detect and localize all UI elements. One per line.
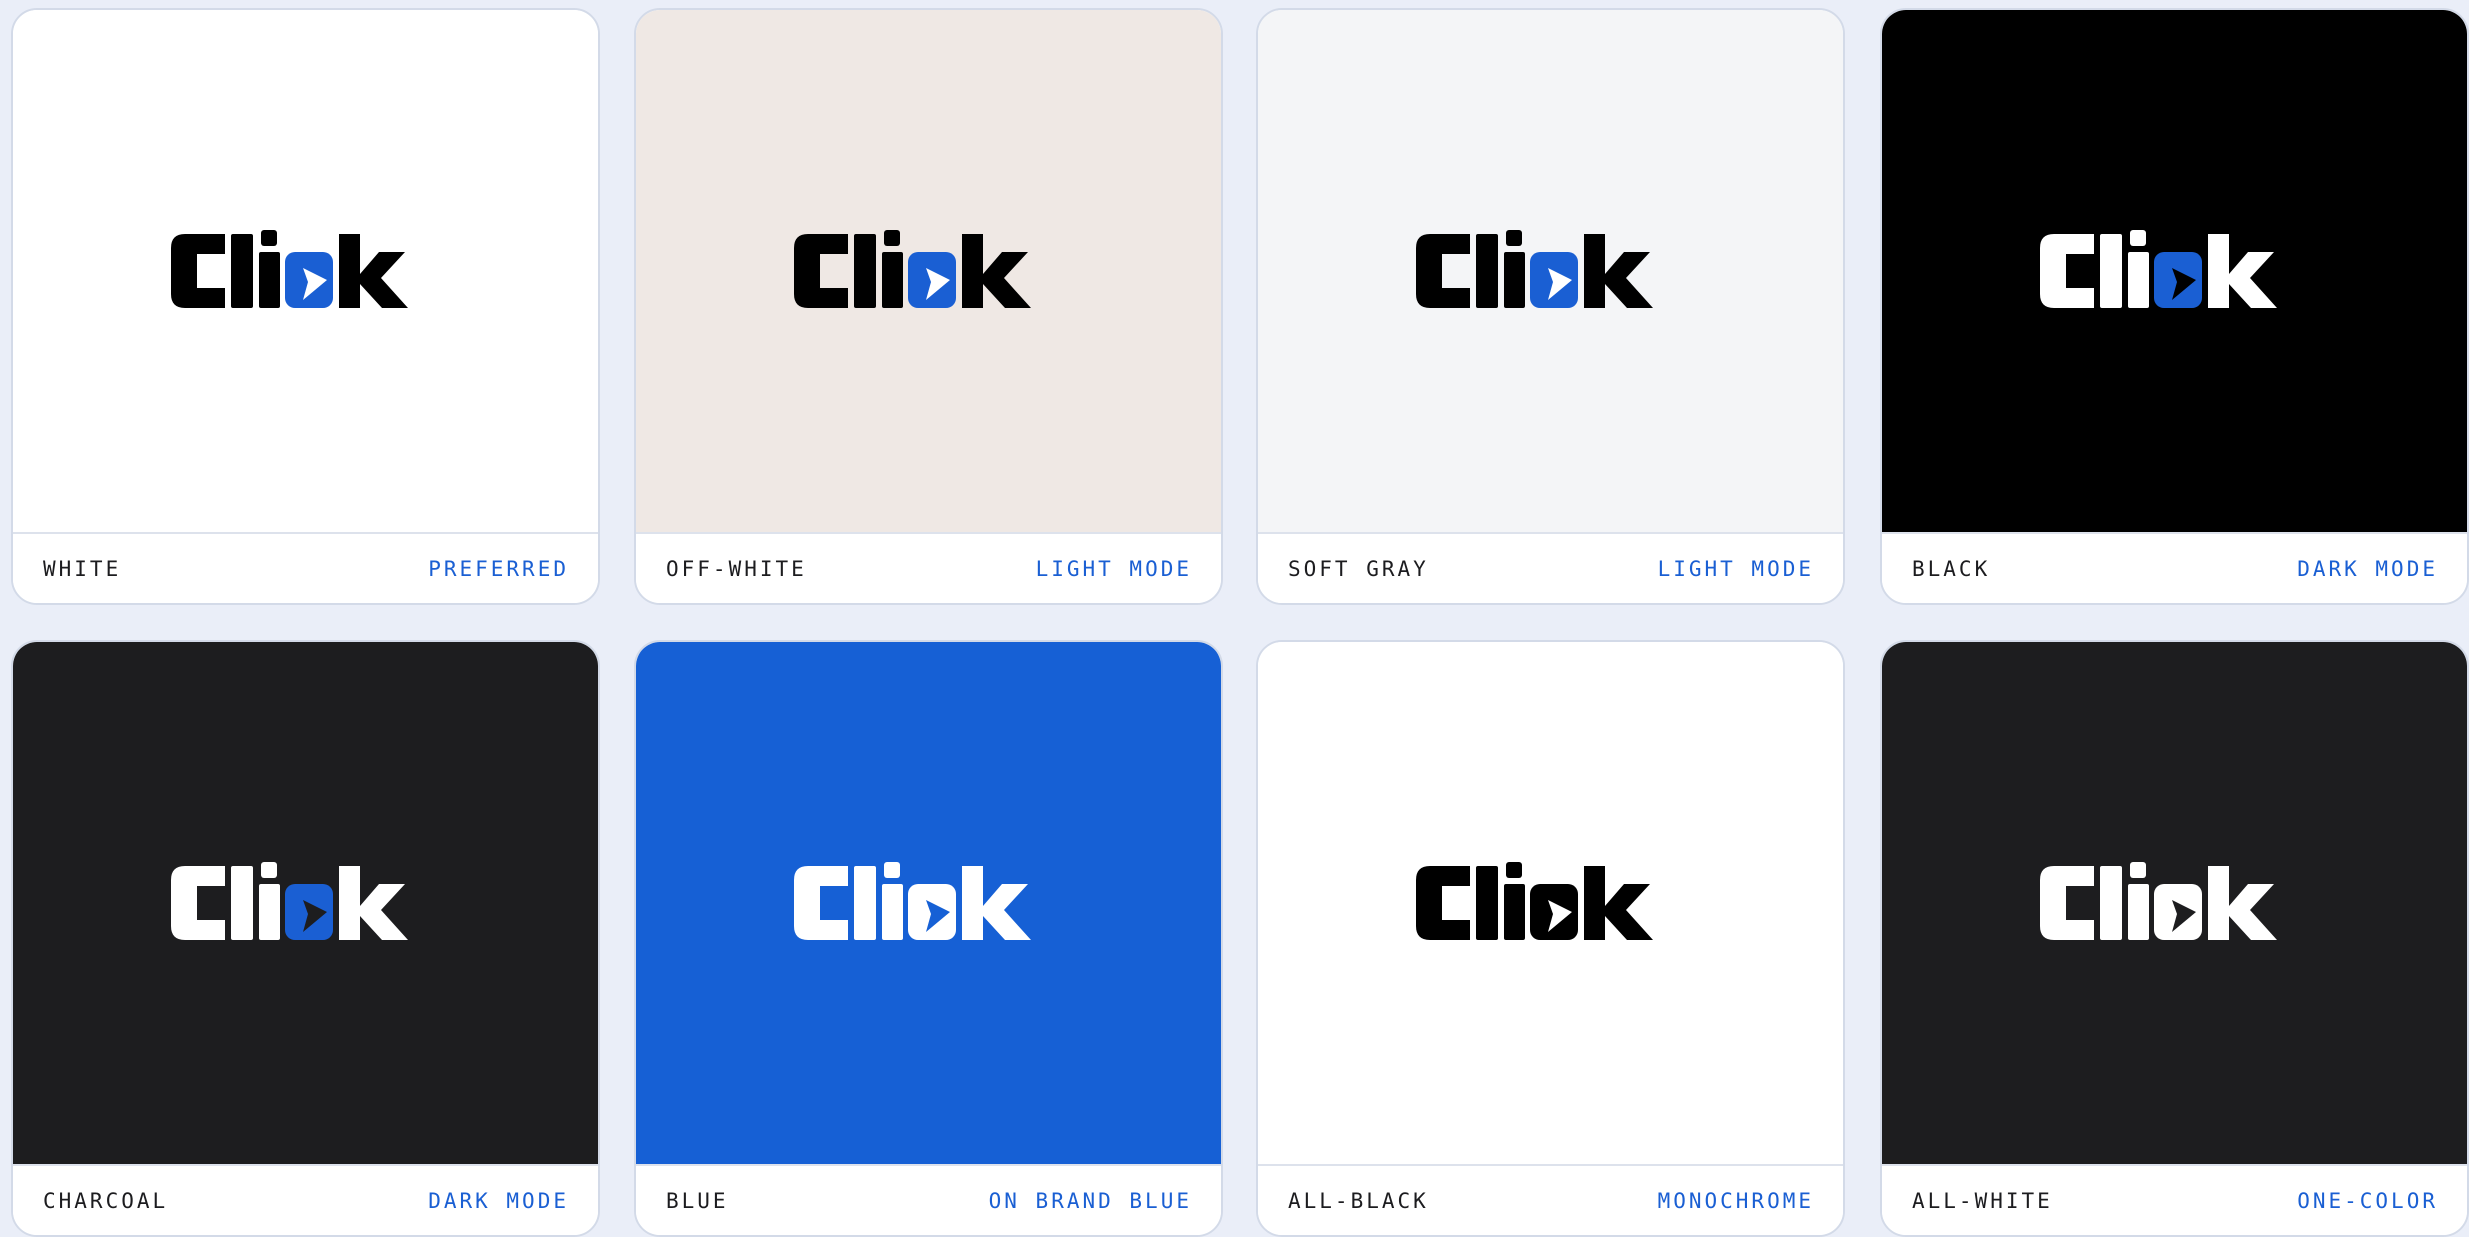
click-logo [793, 862, 1031, 940]
logo-letter-k [2207, 234, 2277, 308]
swatch-card-blue[interactable]: BLUE ON BRAND BLUE [634, 640, 1223, 1237]
logo-letter-c [2039, 866, 2094, 940]
swatch-name: ALL-BLACK [1288, 1188, 1429, 1213]
swatch-card-white[interactable]: WHITE PREFERRED [11, 8, 600, 605]
swatch-tag: PREFERRED [428, 556, 569, 581]
swatch-card-soft-gray[interactable]: SOFT GRAY LIGHT MODE [1256, 8, 1845, 605]
logo-letter-l [230, 866, 253, 940]
logo-letter-i [2127, 252, 2149, 308]
swatch-footer: BLACK DARK MODE [1882, 532, 2467, 603]
swatch-preview [636, 10, 1221, 532]
logo-letter-c [170, 234, 225, 308]
swatch-footer: OFF-WHITE LIGHT MODE [636, 532, 1221, 603]
swatch-tag: LIGHT MODE [1035, 556, 1192, 581]
swatch-footer: ALL-WHITE ONE-COLOR [1882, 1164, 2467, 1235]
click-logo [2039, 862, 2277, 940]
swatch-tag: DARK MODE [2297, 556, 2438, 581]
logo-letter-i-dot [2129, 230, 2146, 246]
logo-letter-k [1583, 866, 1653, 940]
logo-letter-k [338, 234, 408, 308]
swatch-name: CHARCOAL [43, 1188, 169, 1213]
logo-letter-i [2127, 884, 2149, 940]
click-logo [170, 230, 408, 308]
logo-letter-k [2207, 866, 2277, 940]
logo-letter-i [881, 252, 903, 308]
swatch-preview [13, 642, 598, 1164]
swatch-footer: WHITE PREFERRED [13, 532, 598, 603]
swatch-tag: ONE-COLOR [2297, 1188, 2438, 1213]
logo-letter-l [2099, 234, 2122, 308]
swatch-card-black[interactable]: BLACK DARK MODE [1880, 8, 2469, 605]
logo-letter-i-dot [883, 862, 900, 878]
logo-letter-c [2039, 234, 2094, 308]
swatch-card-off-white[interactable]: OFF-WHITE LIGHT MODE [634, 8, 1223, 605]
logo-letter-c [793, 866, 848, 940]
swatch-tag: MONOCHROME [1657, 1188, 1814, 1213]
logo-letter-i [1503, 252, 1525, 308]
swatch-name: WHITE [43, 556, 122, 581]
swatch-card-all-black[interactable]: ALL-BLACK MONOCHROME [1256, 640, 1845, 1237]
logo-letter-l [853, 234, 876, 308]
logo-letter-i-dot [2129, 862, 2146, 878]
logo-letter-l [853, 866, 876, 940]
logo-letter-c [1415, 866, 1470, 940]
swatch-footer: ALL-BLACK MONOCHROME [1258, 1164, 1843, 1235]
swatch-preview [1882, 642, 2467, 1164]
swatch-name: BLUE [666, 1188, 729, 1213]
swatch-card-all-white[interactable]: ALL-WHITE ONE-COLOR [1880, 640, 2469, 1237]
logo-letter-i-dot [260, 862, 277, 878]
swatch-preview [1882, 10, 2467, 532]
click-logo [170, 862, 408, 940]
logo-letter-c [170, 866, 225, 940]
swatch-tag: LIGHT MODE [1657, 556, 1814, 581]
swatch-preview [1258, 10, 1843, 532]
click-logo [793, 230, 1031, 308]
logo-letter-l [1475, 234, 1498, 308]
logo-letter-i-dot [260, 230, 277, 246]
logo-letter-c [793, 234, 848, 308]
logo-letter-l [1475, 866, 1498, 940]
swatch-preview [1258, 642, 1843, 1164]
logo-letter-k [1583, 234, 1653, 308]
swatch-footer: CHARCOAL DARK MODE [13, 1164, 598, 1235]
swatch-card-charcoal[interactable]: CHARCOAL DARK MODE [11, 640, 600, 1237]
logo-letter-k [961, 234, 1031, 308]
logo-letter-i-dot [883, 230, 900, 246]
logo-letter-k [961, 866, 1031, 940]
logo-letter-l [2099, 866, 2122, 940]
logo-letter-i-dot [1505, 230, 1522, 246]
swatch-preview [13, 10, 598, 532]
logo-letter-c [1415, 234, 1470, 308]
swatch-name: ALL-WHITE [1912, 1188, 2053, 1213]
logo-letter-i [881, 884, 903, 940]
swatch-preview [636, 642, 1221, 1164]
click-logo [1415, 230, 1653, 308]
swatch-footer: BLUE ON BRAND BLUE [636, 1164, 1221, 1235]
swatch-footer: SOFT GRAY LIGHT MODE [1258, 532, 1843, 603]
click-logo [1415, 862, 1653, 940]
logo-letter-k [338, 866, 408, 940]
logo-letter-i [1503, 884, 1525, 940]
swatch-name: SOFT GRAY [1288, 556, 1429, 581]
click-logo [2039, 230, 2277, 308]
swatch-tag: ON BRAND BLUE [988, 1188, 1192, 1213]
logo-letter-i [258, 252, 280, 308]
swatch-name: BLACK [1912, 556, 1991, 581]
logo-letter-i [258, 884, 280, 940]
logo-letter-i-dot [1505, 862, 1522, 878]
swatch-tag: DARK MODE [428, 1188, 569, 1213]
logo-letter-l [230, 234, 253, 308]
swatch-name: OFF-WHITE [666, 556, 807, 581]
